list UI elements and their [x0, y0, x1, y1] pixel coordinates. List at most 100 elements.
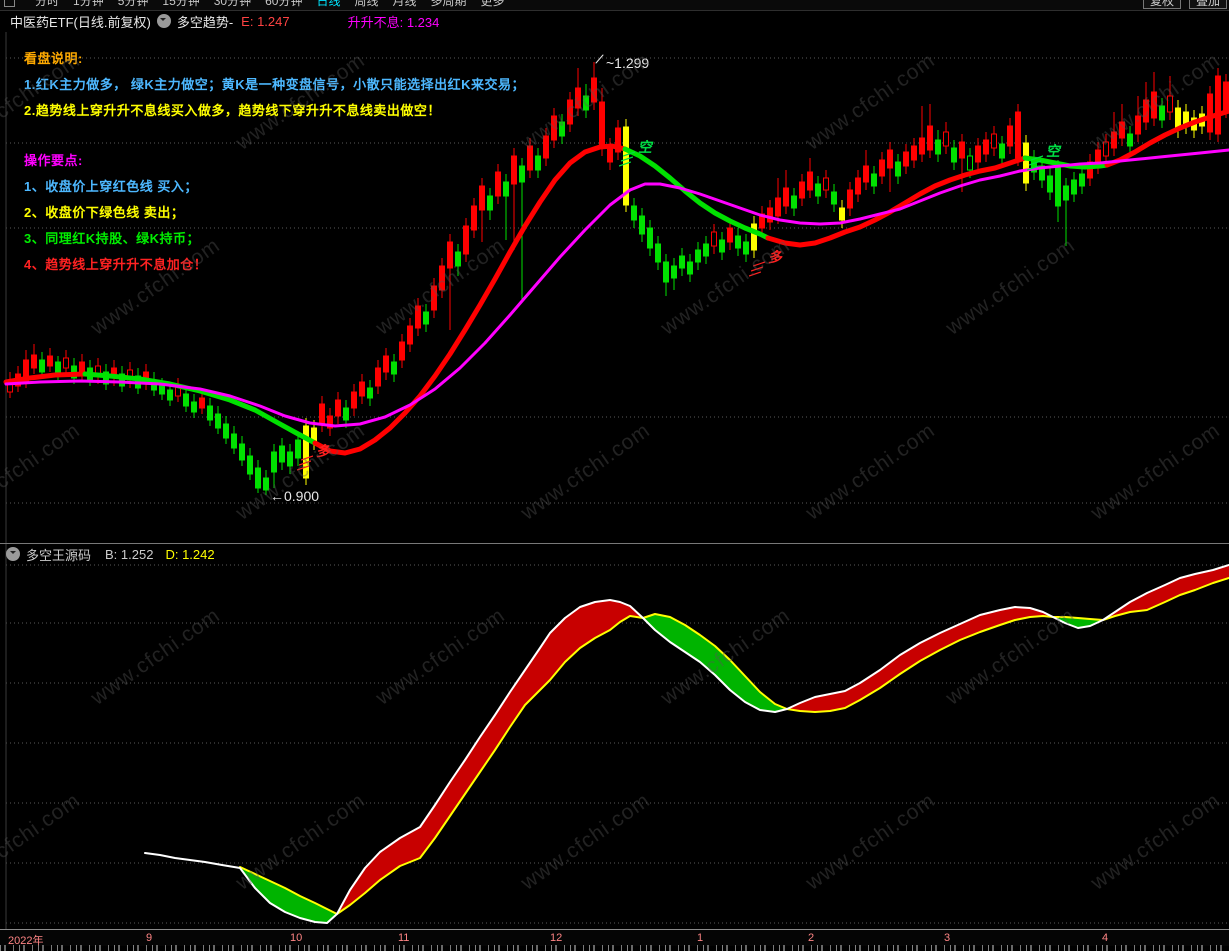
candle-body — [695, 249, 701, 263]
candle-body — [543, 135, 549, 159]
candle-body — [967, 155, 973, 171]
note-line-1: 1.红K主力做多， 绿K主力做空；黄K是一种变盘信号，小散只能选择出红K来交易； — [24, 77, 526, 92]
sub-chart-header: 多空王源码 B: 1.252 D: 1.242 — [0, 545, 1229, 563]
svg-text:多: 多 — [767, 249, 784, 265]
candle-body — [343, 407, 349, 421]
candle-body — [239, 443, 245, 461]
candle-body — [991, 133, 997, 149]
candle-body — [775, 197, 781, 217]
candle-body — [639, 215, 645, 235]
candle-body — [847, 189, 853, 209]
candle-body — [1079, 173, 1085, 187]
candle-body — [911, 145, 917, 161]
candle-body — [271, 451, 277, 473]
candle-body — [1103, 141, 1109, 157]
candle-body — [1015, 111, 1021, 159]
candle-body — [511, 155, 517, 185]
candle-body — [895, 161, 901, 177]
candle-body — [1167, 95, 1173, 113]
note-line-4: 1、收盘价上穿红色线 买入； — [24, 179, 198, 194]
candle-body — [839, 207, 845, 221]
candle-body — [583, 95, 589, 111]
candle-body — [183, 393, 189, 407]
candle-body — [823, 177, 829, 191]
candle-body — [1151, 91, 1157, 119]
candle-body — [55, 361, 61, 375]
candle-body — [767, 207, 773, 223]
candle-body — [207, 405, 213, 421]
candle-body — [31, 354, 37, 369]
candle-body — [503, 181, 509, 197]
candle-body — [263, 477, 269, 491]
candle-body — [1023, 142, 1029, 184]
candle-body — [399, 341, 405, 361]
candle-body — [303, 425, 309, 479]
candle-body — [687, 261, 693, 275]
price-annotation: ←0.900 — [270, 488, 319, 504]
candle-body — [431, 285, 437, 311]
candle-body — [927, 125, 933, 151]
candle-body — [191, 401, 197, 413]
candle-body — [975, 145, 981, 163]
candle-body — [79, 361, 85, 373]
note-line-0: 看盘说明: — [24, 51, 83, 66]
candle-body — [1055, 167, 1061, 207]
candle-body — [223, 423, 229, 439]
bear-band-segment — [240, 867, 337, 923]
candle-body — [375, 367, 381, 387]
candle-body — [551, 115, 557, 141]
candle-body — [335, 399, 341, 417]
candle-body — [575, 87, 581, 109]
candle-body — [735, 235, 741, 249]
candle-body — [887, 149, 893, 169]
trend-lines — [3, 108, 1229, 456]
candle-body — [423, 311, 429, 325]
candle-body — [391, 361, 397, 375]
candle-body — [751, 223, 757, 251]
candle-body — [647, 227, 653, 249]
candle-body — [799, 181, 805, 199]
candle-body — [711, 231, 717, 247]
candles — [7, 62, 1229, 495]
candle-body — [1111, 131, 1117, 149]
candle-body — [47, 355, 53, 367]
bull-signal-mark: 多 — [296, 443, 333, 471]
candle-body — [655, 243, 661, 263]
collapse-chevron-icon[interactable] — [6, 547, 20, 561]
candle-body — [439, 265, 445, 291]
candle-body — [455, 251, 461, 267]
candle-body — [1007, 125, 1013, 147]
candle-body — [367, 387, 373, 399]
candle-body — [703, 243, 709, 257]
svg-text:多: 多 — [315, 443, 332, 459]
candle-body — [1127, 133, 1133, 147]
sub-indicator-name[interactable]: 多空王源码 — [26, 545, 91, 564]
candle-body — [535, 155, 541, 171]
candle-body — [879, 159, 885, 177]
candle-body — [295, 439, 301, 459]
svg-text:空: 空 — [1045, 143, 1062, 159]
price-annotation: ~1.299 — [606, 55, 649, 71]
candle-body — [287, 451, 293, 467]
candle-body — [719, 239, 725, 253]
note-line-6: 3、同理红K持股、绿K持币； — [24, 231, 201, 246]
candle-body — [199, 397, 205, 409]
candle-body — [783, 187, 789, 207]
sub-d-value: D: 1.242 — [165, 546, 215, 562]
candle-body — [1143, 99, 1149, 123]
candle-body — [1047, 175, 1053, 193]
candle-body — [871, 173, 877, 187]
candle-body — [383, 355, 389, 373]
candle-body — [159, 385, 165, 395]
candle-body — [487, 195, 493, 211]
candle-body — [903, 151, 909, 167]
candle-body — [39, 359, 45, 373]
note-line-7: 4、趋势线上穿升升不息加仓！ — [24, 257, 208, 272]
chart-canvas[interactable]: ~1.299 ←0.900 多 空多 空 — [0, 0, 1229, 951]
candle-body — [591, 77, 597, 103]
candle-body — [1071, 179, 1077, 195]
candle-body — [359, 381, 365, 397]
candle-body — [319, 403, 325, 425]
candle-body — [1207, 93, 1213, 133]
candle-body — [1119, 121, 1125, 139]
